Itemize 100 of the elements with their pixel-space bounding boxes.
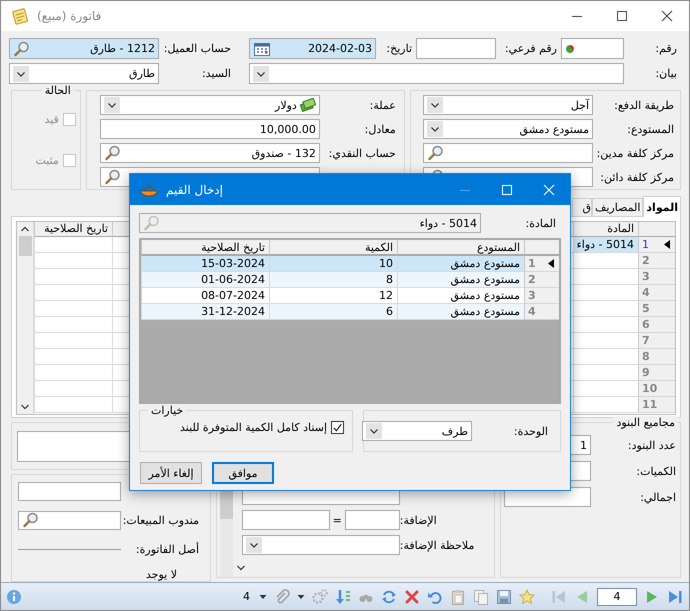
text-field[interactable] [344,510,400,530]
chevron-icon[interactable] [253,66,269,82]
checkbox-label: إسناد كامل الكمية المتوفرة للبند [180,421,327,434]
header-corner [638,222,675,237]
group-title: الحالة [42,84,74,97]
field-label: اجمالي: [639,490,677,504]
column-header: تاريخ الصلاحية [34,222,112,237]
row-number: 7 [642,334,650,347]
field-label: مركز كلفة مدين: [596,146,675,160]
row-pointer-icon [548,259,554,268]
notepad-icon [11,7,29,25]
table-cell: 5014 - دواء [573,237,638,253]
text-field[interactable]: 10,000.00 [100,119,320,139]
checkbox-label: مثبت [35,154,59,167]
dish-icon [140,182,158,196]
refresh-icon[interactable] [381,588,397,604]
chevron-icon[interactable] [246,537,262,553]
scrollbar-thumb[interactable] [18,236,32,256]
caret-icon[interactable] [297,592,305,600]
dropdown-field[interactable]: طارق [9,63,159,84]
field-label: عدد البنود: [626,438,677,452]
ball-icon [565,44,575,54]
record-number-field[interactable]: 4 [597,588,637,606]
scroll-down-icon[interactable] [20,403,30,411]
search-field[interactable]: 132 - صندوق [100,143,320,163]
field-label: مندوب المبيعات: [122,514,200,526]
dropdown-field[interactable]: دولار [100,95,320,115]
table-cell: 12 [269,288,397,304]
row-pointer-icon [664,240,670,249]
info-icon[interactable] [6,588,22,604]
field-label: المادة: [524,216,557,230]
table-cell: 08-07-2024 [141,288,269,304]
row-header[interactable]: 1 [638,237,675,253]
row-number: 4 [642,286,650,299]
chevron-icon[interactable] [427,121,443,137]
scroll-up-icon[interactable] [20,225,30,233]
search-field[interactable]: 1212 - طارق [9,38,159,59]
search-icon[interactable] [427,145,445,161]
field-label: معادل: [364,122,397,136]
save-icon[interactable] [496,588,512,604]
checkbox[interactable] [331,421,344,434]
paste-icon[interactable] [450,588,466,604]
field-label: طريقة الدفع: [613,98,675,112]
dropdown-field[interactable] [249,63,624,84]
text-field[interactable] [242,510,330,530]
row-number: 11 [642,398,658,411]
search-field[interactable] [423,143,593,163]
search-icon[interactable] [104,169,122,185]
scrollbar[interactable] [17,222,34,414]
tab[interactable]: المصاريف [592,198,644,216]
field-label: الوحدة: [512,424,549,438]
row-number: 5 [642,302,650,315]
row-number: 2 [642,254,650,267]
dropdown-field[interactable] [242,535,400,555]
sort-icon[interactable] [335,588,351,604]
search-icon[interactable] [22,512,40,528]
dropdown-field[interactable]: آجل [423,95,593,115]
chevron-down-icon[interactable] [236,564,246,572]
dialog-button[interactable]: إلغاء الأمر [140,462,202,484]
row-number: 9 [642,366,650,379]
gears-icon[interactable] [312,588,328,604]
field-label: تاريخ: [385,42,413,55]
tab[interactable]: المواد [643,196,681,217]
close-icon[interactable] [660,10,672,22]
tab[interactable]: ق [572,198,592,216]
paperclip-icon[interactable] [274,588,290,604]
text-field[interactable] [18,482,121,500]
table-cell: 15-03-2024 [141,256,269,272]
star-icon[interactable] [519,588,535,604]
dialog-button[interactable]: موافق [212,462,274,484]
field-label: بيان: [654,67,678,80]
delete-icon[interactable] [404,588,420,604]
search-icon[interactable] [13,40,31,56]
chevron-icon[interactable] [427,97,443,113]
attachment-count: 4 [242,590,251,603]
column-header: المستودع [397,240,524,256]
search-field[interactable] [18,510,121,530]
chevron-icon[interactable] [366,423,382,439]
field-label: الكميات: [635,464,677,478]
row-number: 4 [528,305,536,318]
column-header: الكمية [269,240,397,256]
search-icon[interactable] [104,145,122,161]
date-field[interactable]: 2024-02-03 [249,38,376,59]
dialog-title: إدخال القيم [166,182,223,196]
column-header: تاريخ الصلاحية [141,240,269,256]
dropdown-field[interactable]: طرف [362,421,472,441]
calendar-icon[interactable] [253,40,271,56]
chevron-icon[interactable] [104,97,120,113]
number-field[interactable] [561,38,624,59]
chevron-icon[interactable] [13,66,29,82]
text-field[interactable] [416,38,496,59]
field-label: رقم: [654,42,678,55]
caret-icon[interactable] [259,592,267,600]
row-number: 1 [528,257,536,270]
table-cell: مستودع دمشق [397,272,524,288]
row-number: 3 [528,289,536,302]
copy-icon[interactable] [473,588,489,604]
maximize-icon[interactable] [616,10,628,22]
skip-right-icon[interactable] [667,588,683,604]
dropdown-field[interactable]: مستودع دمشق [423,119,593,139]
